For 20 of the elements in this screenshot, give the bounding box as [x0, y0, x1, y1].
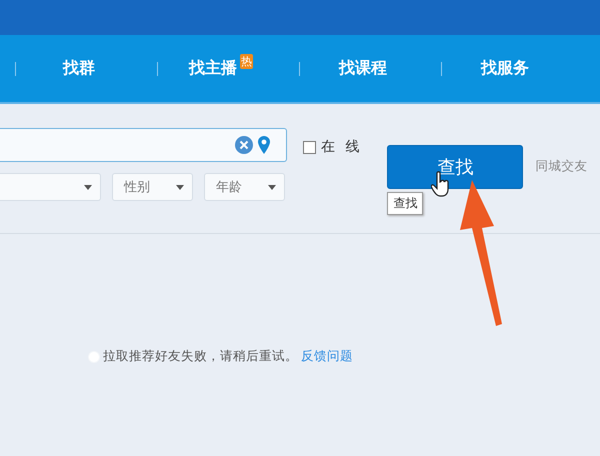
nearby-friends-link[interactable]: 同城交友 — [535, 158, 588, 175]
nav-tab[interactable]: 找群 — [63, 58, 95, 79]
clear-icon[interactable] — [235, 136, 253, 154]
nav-tab[interactable]: 找主播 — [189, 58, 237, 79]
filter-dropdown[interactable]: 性别 — [112, 173, 193, 201]
error-message: 拉取推荐好友失败，请稍后重试。 — [103, 348, 298, 365]
filter-dropdown[interactable]: 年龄 — [204, 173, 285, 201]
caret-icon — [84, 184, 92, 190]
feedback-link[interactable]: 反馈问题 — [301, 348, 353, 365]
nav-tab[interactable]: 找课程 — [339, 58, 387, 79]
checkbox-label: 在 线 — [321, 138, 360, 156]
caret-icon — [268, 184, 276, 190]
caret-icon — [176, 184, 184, 190]
checkbox[interactable] — [303, 140, 316, 154]
location-pin-icon[interactable] — [258, 136, 270, 154]
search-button[interactable]: 查找 — [387, 145, 524, 189]
tooltip: 查找 — [387, 192, 424, 215]
nav-tab[interactable]: 找服务 — [481, 58, 529, 79]
search-field[interactable] — [0, 128, 287, 162]
hot-badge: 热 — [240, 54, 253, 69]
